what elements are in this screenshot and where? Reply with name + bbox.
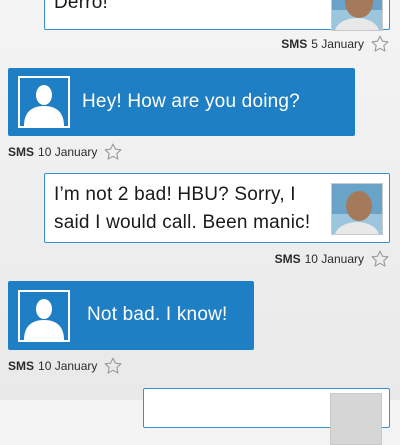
message-meta: SMS 10 January — [8, 356, 123, 376]
message-bubble-outgoing[interactable]: I’m not 2 bad! HBU? Sorry, I said I woul… — [44, 173, 390, 243]
contact-photo[interactable] — [331, 183, 383, 235]
message-bubble-outgoing[interactable]: Derro! — [44, 0, 390, 31]
person-silhouette-icon[interactable] — [18, 76, 70, 128]
message-text: Hey! How are you doing? — [82, 91, 300, 112]
message-type: SMS — [8, 359, 35, 373]
person-silhouette-icon[interactable] — [18, 290, 70, 342]
contact-photo[interactable] — [330, 393, 382, 445]
message-bubble-incoming[interactable]: Hey! How are you doing? — [8, 68, 355, 136]
message-date: 10 January — [304, 252, 364, 266]
message-text: I’m not 2 bad! HBU? Sorry, I said I woul… — [54, 184, 311, 233]
contact-photo[interactable] — [331, 0, 383, 31]
message-meta: SMS 10 January — [8, 142, 123, 162]
message-bubble-outgoing[interactable] — [143, 388, 390, 445]
message-meta: SMS 10 January — [275, 249, 390, 269]
message-type: SMS — [8, 145, 35, 159]
star-outline-icon[interactable] — [370, 249, 390, 269]
message-text: Not bad. I know! — [87, 304, 228, 325]
star-outline-icon[interactable] — [103, 142, 123, 162]
message-meta: SMS 5 January — [281, 34, 390, 54]
star-outline-icon[interactable] — [103, 356, 123, 376]
message-type: SMS — [274, 252, 301, 266]
message-type: SMS — [281, 37, 308, 51]
message-date: 10 January — [38, 359, 98, 373]
star-outline-icon[interactable] — [370, 34, 390, 54]
message-bubble-incoming[interactable]: Not bad. I know! — [8, 281, 254, 350]
message-text: Derro! — [54, 0, 108, 13]
message-date: 5 January — [311, 37, 364, 51]
message-date: 10 January — [38, 145, 98, 159]
